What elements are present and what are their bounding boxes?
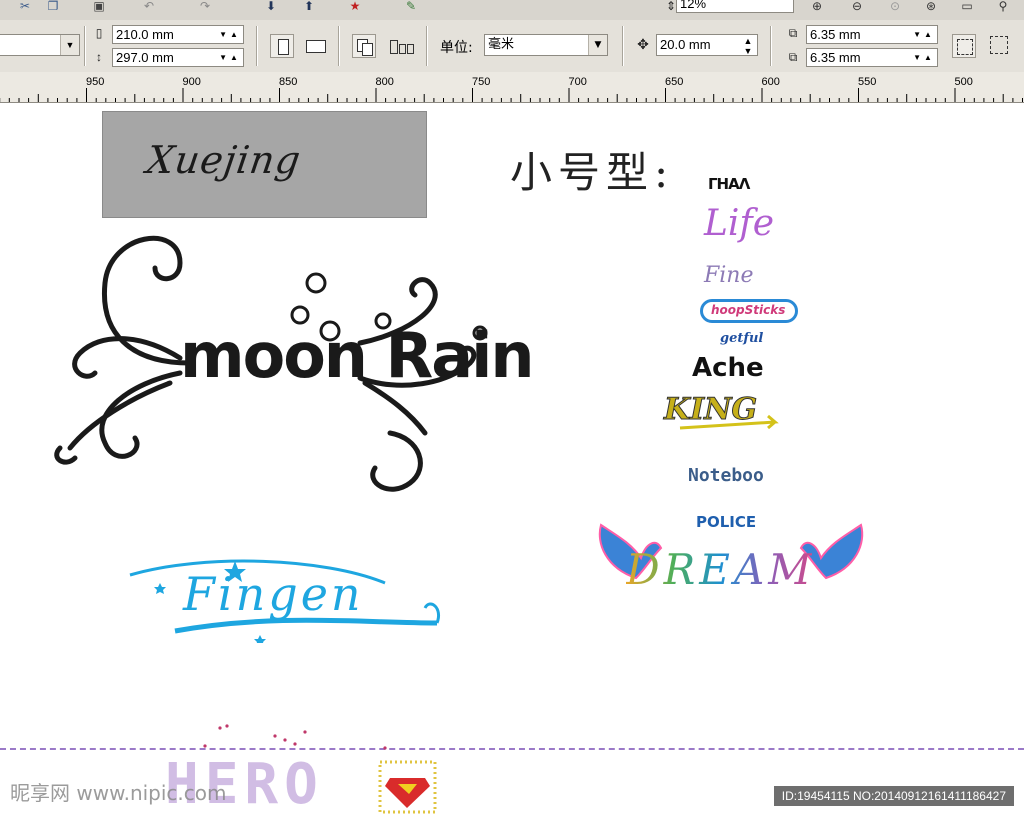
xuejing-logo-box[interactable]: Xuejing [102, 111, 427, 218]
ruler-tick-label: 500 [954, 76, 973, 88]
small-logo-getful[interactable]: getful [720, 331, 763, 346]
duplicate-x-field[interactable]: 6.35 mm ▼▲ [806, 25, 938, 44]
ruler-tick-label: 900 [182, 76, 201, 88]
standard-toolbar: ✂ ❐ ▣ ↶ ↷ ⬇ ⬆ ★ ✎ ⇕ 12% ⊕ ⊖ ⊙ ⊛ ▭ ⚲ [0, 0, 1024, 21]
page-height-icon: ↕ [96, 50, 102, 64]
zoom-selected-icon[interactable]: ⊙ [886, 0, 904, 14]
export-icon[interactable]: ⬆ [300, 0, 318, 14]
zoom-page-icon[interactable]: ▭ [958, 0, 976, 14]
ruler-tick-label: 600 [761, 76, 780, 88]
import-icon[interactable]: ⬇ [262, 0, 280, 14]
selection-icon [957, 39, 973, 55]
fingen-text: Fingen [183, 567, 364, 621]
spin-arrows-icon[interactable]: ▼▲ [217, 26, 243, 43]
watermark-id: ID:19454115 NO:20140912161411186427 [773, 786, 1014, 806]
small-logo-notebook[interactable]: Noteboo [688, 465, 764, 486]
current-page-icon[interactable] [390, 40, 414, 54]
page-height-field[interactable]: 297.0 mm ▼▲ [112, 48, 244, 67]
ruler-tick-label: 700 [568, 76, 587, 88]
ruler-tick-label: 800 [375, 76, 394, 88]
paper-size-dropdown[interactable]: ▼ [0, 34, 80, 56]
nudge-icon: ✥ [637, 36, 649, 52]
horizontal-ruler[interactable]: 950 900 850 800 750 700 650 600 550 500 [0, 72, 1024, 103]
guide-line[interactable] [0, 748, 1024, 750]
spin-arrows-icon[interactable]: ▼▲ [911, 26, 937, 43]
dream-logo[interactable]: DREAM [596, 523, 866, 605]
treat-as-filled-button[interactable] [952, 34, 976, 58]
landscape-icon[interactable] [306, 40, 326, 53]
page-width-field[interactable]: 210.0 mm ▼▲ [112, 25, 244, 44]
zoom-in-icon[interactable]: ⊕ [808, 0, 826, 14]
moon-rain-logo[interactable]: moon Rain [30, 223, 534, 508]
duplicate-y-field[interactable]: 6.35 mm ▼▲ [806, 48, 938, 67]
spin-arrows-icon[interactable]: ▼▲ [911, 49, 937, 66]
all-pages-button[interactable] [352, 34, 376, 58]
corel-online-icon[interactable]: ✎ [402, 0, 420, 14]
small-logo-hoopsticks[interactable]: hoopSticks [700, 299, 798, 323]
portrait-button[interactable] [270, 34, 294, 58]
small-size-heading: 小号型: [510, 148, 675, 197]
units-label: 单位: [440, 40, 473, 56]
redo-icon[interactable]: ↷ [196, 0, 214, 14]
small-logo-life[interactable]: Life [704, 203, 774, 244]
watermark-left: 昵享网 www.nipic.com [10, 781, 227, 805]
ruler-tick-label: 950 [86, 76, 105, 88]
zoom-tool-icon[interactable]: ⚲ [994, 0, 1012, 14]
zoom-out-icon[interactable]: ⊖ [848, 0, 866, 14]
fingen-logo[interactable]: Fingen [125, 553, 445, 643]
paste-icon[interactable]: ▣ [90, 0, 108, 14]
units-dropdown[interactable]: 毫米 ▼ [484, 34, 608, 56]
small-logo-ache[interactable]: Ache [692, 353, 764, 383]
dream-text: DREAM [626, 545, 816, 594]
zoom-all-icon[interactable]: ⊛ [922, 0, 940, 14]
duplicate-x-icon: ⧉ [788, 26, 798, 40]
zoom-level-field[interactable]: 12% [676, 0, 794, 13]
ruler-tick-label: 750 [472, 76, 491, 88]
ruler-tick-label: 550 [858, 76, 877, 88]
copy-icon[interactable]: ❐ [44, 0, 62, 14]
xuejing-logo-text: Xuejing [143, 138, 304, 182]
nudge-distance-field[interactable]: 20.0 mm ▲ ▼ [656, 34, 758, 56]
page-width-icon: ▯ [95, 26, 103, 40]
app-launcher-icon[interactable]: ★ [346, 0, 364, 14]
pages-icon [362, 43, 373, 56]
property-bar: ▼ ▯ 210.0 mm ▼▲ ↕ 297.0 mm ▼▲ 单位: 毫米 ▼ ✥… [0, 20, 1024, 73]
chevron-down-icon[interactable]: ▼ [60, 35, 79, 55]
small-logo-king[interactable]: KING [660, 388, 785, 448]
chevron-down-icon[interactable]: ▼ [588, 35, 607, 55]
small-logo-fine[interactable]: Fine [704, 263, 754, 288]
undo-icon[interactable]: ↶ [140, 0, 158, 14]
drawing-canvas[interactable]: Xuejing moon Rain Fingen 小号型: ΓΗΑΛ Life … [0, 103, 1024, 814]
moon-rain-text: moon Rain [180, 319, 534, 392]
cut-icon[interactable]: ✂ [16, 0, 34, 14]
ruler-tick-label: 650 [665, 76, 684, 88]
small-logo-hal[interactable]: ΓΗΑΛ [708, 175, 750, 193]
spin-arrows-icon[interactable]: ▲ ▼ [739, 35, 757, 56]
duplicate-y-icon: ⧉ [788, 50, 798, 64]
ruler-tick-label: 850 [279, 76, 298, 88]
transform-icon[interactable] [990, 36, 1008, 54]
spin-arrows-icon[interactable]: ▼▲ [217, 49, 243, 66]
portrait-icon [278, 39, 289, 55]
